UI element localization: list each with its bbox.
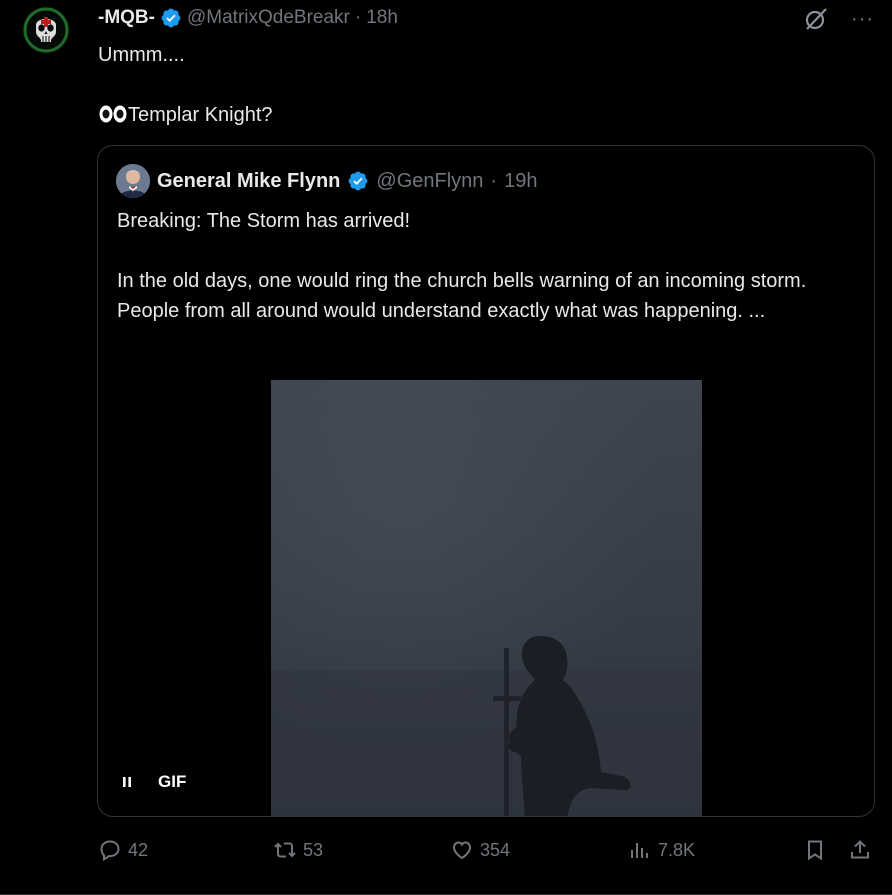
tweet[interactable]: -MQB- @MatrixQdeBreakr · 18h ··· Ummm...… <box>0 0 892 895</box>
top-right-actions: ··· <box>803 6 874 32</box>
timestamp[interactable]: 18h <box>366 6 398 30</box>
quoted-tweet[interactable]: General Mike Flynn @GenFlynn · 19h Break… <box>97 145 875 817</box>
bookmark-icon <box>808 840 822 861</box>
share-button[interactable] <box>848 838 872 862</box>
quoted-tweet-text: Breaking: The Storm has arrived! In the … <box>117 210 807 322</box>
tweet-text-line2: Templar Knight? <box>128 104 273 126</box>
verified-badge-icon <box>348 171 368 191</box>
handle[interactable]: @MatrixQdeBreakr <box>187 6 350 30</box>
avatar[interactable] <box>22 6 70 54</box>
action-bar: 42 53 354 7.8K <box>98 838 878 868</box>
separator-dot: · <box>354 7 362 28</box>
more-options-icon[interactable]: ··· <box>851 9 874 29</box>
views-chart-icon <box>631 843 648 858</box>
repost-count: 53 <box>303 839 324 860</box>
punisher-skull-avatar-icon <box>22 6 70 54</box>
quoted-avatar-portrait-icon <box>116 164 150 198</box>
display-name[interactable]: -MQB- <box>98 6 155 30</box>
separator-dot: · <box>490 169 498 192</box>
views-button[interactable]: 7.8K <box>628 838 695 862</box>
reply-icon <box>100 840 120 862</box>
reply-button[interactable]: 42 <box>98 838 148 862</box>
share-icon <box>851 840 869 859</box>
repost-button[interactable]: 53 <box>273 838 323 862</box>
reply-count: 42 <box>128 839 149 860</box>
like-count: 354 <box>480 839 511 860</box>
repost-icon <box>274 842 296 858</box>
views-count: 7.8K <box>658 839 696 860</box>
pause-icon[interactable] <box>120 775 134 789</box>
kneeling-knight-image <box>271 380 702 816</box>
eyes-emoji-icon <box>99 105 127 123</box>
tweet-header: -MQB- @MatrixQdeBreakr · 18h <box>98 6 398 30</box>
bookmark-button[interactable] <box>803 838 827 862</box>
gif-label: GIF <box>158 772 187 791</box>
quoted-timestamp[interactable]: 19h <box>504 170 537 193</box>
grok-icon[interactable] <box>803 6 829 32</box>
quoted-handle[interactable]: @GenFlynn <box>376 170 483 193</box>
heart-icon <box>452 841 472 860</box>
quoted-tweet-header: General Mike Flynn @GenFlynn · 19h <box>116 164 537 198</box>
like-button[interactable]: 354 <box>450 838 510 862</box>
quoted-avatar[interactable] <box>116 164 150 198</box>
quoted-display-name[interactable]: General Mike Flynn <box>157 170 340 193</box>
tweet-text-line1: Ummm.... <box>98 44 185 66</box>
gif-media[interactable] <box>271 380 702 816</box>
verified-badge-icon <box>161 8 181 28</box>
tweet-text: Ummm.... Templar Knight? <box>98 40 858 130</box>
gif-controls: GIF <box>120 772 186 792</box>
